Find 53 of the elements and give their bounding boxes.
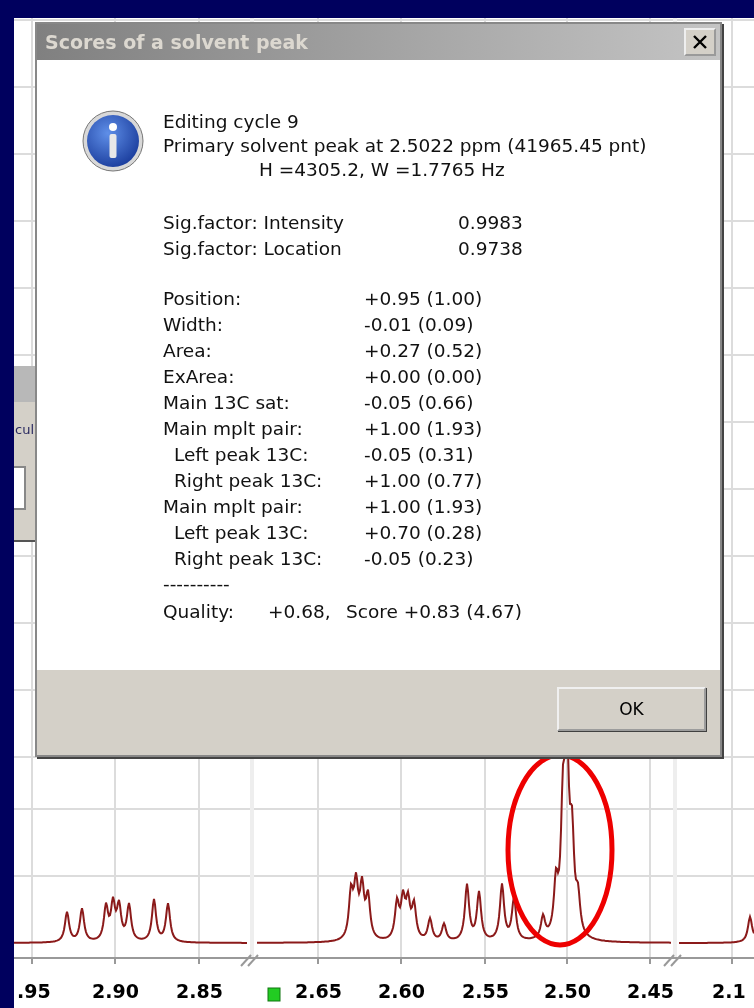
message-text: Editing cycle 9 xyxy=(163,110,300,134)
score-label: Area: xyxy=(163,339,213,363)
info-icon xyxy=(82,110,144,172)
axis-tick-label: 2.85 xyxy=(176,980,223,1002)
score-label: ExArea: xyxy=(163,365,236,389)
marker-icon[interactable] xyxy=(267,987,281,1002)
score-value: -0.05 (0.31) xyxy=(364,443,474,467)
score-label: Main mplt pair: xyxy=(163,417,304,441)
factor-label: Sig.factor: Location xyxy=(163,237,343,261)
score-value: -0.05 (0.23) xyxy=(364,547,474,571)
score-value: +0.27 (0.52) xyxy=(364,339,483,363)
separator-text: ---------- xyxy=(163,572,231,596)
message-text: H =4305.2, W =1.7765 Hz xyxy=(258,158,506,182)
score-value: +1.00 (1.93) xyxy=(364,417,483,441)
score-label: Main 13C sat: xyxy=(163,391,291,415)
axis-tick-label: 2.65 xyxy=(295,980,342,1002)
score-text: Score +0.83 (4.67) xyxy=(346,600,522,624)
factor-value: 0.9983 xyxy=(458,211,523,235)
axis-tick-label: 2.50 xyxy=(544,980,591,1002)
factor-label: Sig.factor: Intensity xyxy=(163,211,346,235)
input-field[interactable] xyxy=(14,466,26,510)
dialog-text: cul xyxy=(15,422,34,437)
score-label: Left peak 13C: xyxy=(173,521,310,545)
score-value: +0.95 (1.00) xyxy=(364,287,483,311)
axis-break-icon xyxy=(240,954,259,967)
score-label: Right peak 13C: xyxy=(173,469,324,493)
score-value: +0.70 (0.28) xyxy=(364,521,483,545)
axis-tick-label: .95 xyxy=(17,980,51,1002)
quality-value: +0.68, xyxy=(268,600,332,624)
title-bar xyxy=(14,366,35,402)
axis-tick-label: 2.90 xyxy=(92,980,139,1002)
window-title: Scores of a solvent peak xyxy=(45,31,308,53)
score-value: +1.00 (1.93) xyxy=(364,495,483,519)
axis-tick-label: 2.45 xyxy=(627,980,674,1002)
score-label: Main mplt pair: xyxy=(163,495,304,519)
score-value: -0.01 (0.09) xyxy=(364,313,474,337)
score-label: Right peak 13C: xyxy=(173,547,324,571)
quality-label: Quality: xyxy=(163,600,235,624)
score-value: -0.05 (0.66) xyxy=(364,391,474,415)
factor-value: 0.9738 xyxy=(458,237,523,261)
message-text: Primary solvent peak at 2.5022 ppm (41965.45 pnt) xyxy=(163,134,647,158)
close-button[interactable] xyxy=(684,28,716,56)
score-label: Width: xyxy=(163,313,224,337)
close-icon xyxy=(692,35,708,49)
score-label: Position: xyxy=(163,287,243,311)
score-value: +1.00 (0.77) xyxy=(364,469,483,493)
axis-break-icon xyxy=(663,954,682,967)
ok-button[interactable]: OK xyxy=(557,687,706,731)
axis-tick-label: 2.55 xyxy=(462,980,509,1002)
score-label: Left peak 13C: xyxy=(173,443,310,467)
score-value: +0.00 (0.00) xyxy=(364,365,483,389)
axis-tick-label: 2.1 xyxy=(712,980,746,1002)
axis-tick-label: 2.60 xyxy=(378,980,425,1002)
